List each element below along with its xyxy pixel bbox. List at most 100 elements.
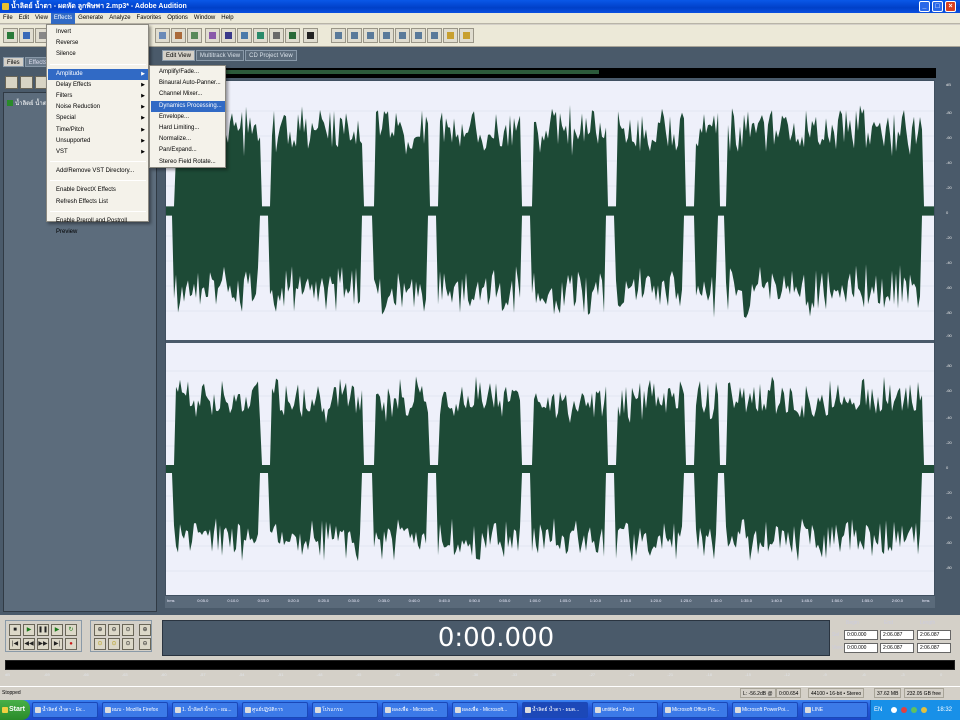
minimize-button[interactable]: _ bbox=[919, 1, 930, 12]
toolbar-button[interactable] bbox=[363, 28, 378, 43]
import-file-icon[interactable] bbox=[20, 76, 33, 89]
menu-analyze[interactable]: Analyze bbox=[106, 13, 133, 24]
tray-icon[interactable] bbox=[901, 707, 907, 713]
menu-item-normalize[interactable]: Normalize... bbox=[151, 134, 225, 145]
menu-item-reverse[interactable]: Reverse bbox=[48, 38, 148, 49]
view-end-field[interactable]: 2:06.087 bbox=[880, 643, 914, 653]
menu-item-add-remove-vst-directory[interactable]: Add/Remove VST Directory... bbox=[48, 166, 148, 177]
go-end-icon[interactable]: ▶| bbox=[51, 638, 63, 650]
taskbar-button[interactable]: LINE bbox=[802, 702, 868, 718]
toolbar-button[interactable] bbox=[205, 28, 220, 43]
menu-item-amplitude[interactable]: Amplitude ▶ bbox=[48, 68, 148, 80]
menu-item-refresh-effects-list[interactable]: Refresh Effects List bbox=[48, 197, 148, 208]
play-to-end-icon[interactable]: ▶ bbox=[51, 624, 63, 636]
tray-icon[interactable] bbox=[891, 707, 897, 713]
zoom-out-horizontal-icon[interactable]: ⊖ bbox=[108, 624, 120, 636]
edit-view-button[interactable] bbox=[19, 28, 34, 43]
toolbar-button[interactable] bbox=[347, 28, 362, 43]
cursor-tool-button[interactable] bbox=[303, 28, 318, 43]
zoom-left-icon[interactable]: ⊙ bbox=[108, 638, 120, 650]
tab-files[interactable]: Files bbox=[3, 57, 24, 67]
menu-item-stereo-field-rotate[interactable]: Stereo Field Rotate... bbox=[151, 157, 225, 168]
zoom-in-horizontal-icon[interactable]: ⊕ bbox=[94, 624, 106, 636]
taskbar-button[interactable]: Microsoft Office Pic... bbox=[662, 702, 728, 718]
multitrack-view-button[interactable] bbox=[3, 28, 18, 43]
zoom-in-vertical-icon[interactable]: ⊕ bbox=[139, 624, 151, 636]
toolbar-button[interactable] bbox=[379, 28, 394, 43]
left-channel-waveform[interactable] bbox=[166, 105, 935, 318]
taskbar-button[interactable]: untitled - Paint bbox=[592, 702, 658, 718]
toolbar-button[interactable] bbox=[155, 28, 170, 43]
overview-range[interactable] bbox=[165, 70, 599, 74]
open-file-icon[interactable] bbox=[5, 76, 18, 89]
menu-view[interactable]: View bbox=[32, 13, 51, 24]
taskbar-button[interactable]: ผลงเพื่อ - Microsoft... bbox=[382, 702, 448, 718]
menu-item-silence[interactable]: Silence bbox=[48, 49, 148, 60]
taskbar-button[interactable]: ผมบ - Mozilla Firefox bbox=[102, 702, 168, 718]
sel-end-field[interactable]: 2:06.087 bbox=[880, 630, 914, 640]
toolbar-button[interactable] bbox=[237, 28, 252, 43]
menu-window[interactable]: Window bbox=[191, 13, 218, 24]
menu-item-amplify-fade[interactable]: Amplify/Fade... bbox=[151, 67, 225, 78]
toolbar-button[interactable] bbox=[443, 28, 458, 43]
menu-edit[interactable]: Edit bbox=[16, 13, 32, 24]
taskbar-button[interactable]: โปรแกรม bbox=[312, 702, 378, 718]
menu-item-unsupported[interactable]: Unsupported ▶ bbox=[48, 136, 148, 147]
menu-item-hard-limiting[interactable]: Hard Limiting... bbox=[151, 123, 225, 134]
waveform-display[interactable] bbox=[165, 80, 935, 596]
menu-generate[interactable]: Generate bbox=[75, 13, 106, 24]
menu-item-envelope[interactable]: Envelope... bbox=[151, 112, 225, 123]
view-length-field[interactable]: 2:06.087 bbox=[917, 643, 951, 653]
menu-item-pan-expand[interactable]: Pan/Expand... bbox=[151, 145, 225, 156]
toolbar-button[interactable] bbox=[411, 28, 426, 43]
clock[interactable]: 18:32 bbox=[937, 700, 952, 720]
record-icon[interactable]: ● bbox=[65, 638, 77, 650]
rewind-icon[interactable]: ◀◀ bbox=[23, 638, 35, 650]
tab-multitrack-view[interactable]: Multitrack View bbox=[195, 50, 245, 61]
taskbar-button[interactable]: ศูนย์ปฏิบัติการ bbox=[242, 702, 308, 718]
sel-begin-field[interactable]: 0:00.000 bbox=[844, 630, 878, 640]
menu-item-enable-preroll-and-postroll-preview[interactable]: Enable Preroll and Postroll Preview bbox=[48, 216, 148, 235]
menu-file[interactable]: File bbox=[0, 13, 16, 24]
loop-icon[interactable]: ↻ bbox=[65, 624, 77, 636]
menu-item-dynamics-processing[interactable]: Dynamics Processing... bbox=[151, 100, 225, 112]
sel-length-field[interactable]: 2:06.087 bbox=[917, 630, 951, 640]
toolbar-button[interactable] bbox=[427, 28, 442, 43]
toolbar-button[interactable] bbox=[395, 28, 410, 43]
menu-help[interactable]: Help bbox=[218, 13, 236, 24]
menu-item-channel-mixer[interactable]: Channel Mixer... bbox=[151, 89, 225, 100]
tray-icon[interactable] bbox=[911, 707, 917, 713]
toolbar-button[interactable] bbox=[331, 28, 346, 43]
menu-options[interactable]: Options bbox=[164, 13, 191, 24]
menu-item-invert[interactable]: Invert bbox=[48, 27, 148, 38]
taskbar-button[interactable]: Microsoft PowerPoi... bbox=[732, 702, 798, 718]
menu-favorites[interactable]: Favorites bbox=[134, 13, 165, 24]
time-ruler[interactable]: hms 0:05.0 0:10.0 0:15.0 0:20.0 0:25.0 0:30.0 0… bbox=[165, 596, 935, 608]
view-begin-field[interactable]: 0:00.000 bbox=[844, 643, 878, 653]
zoom-full-icon[interactable]: ⊙ bbox=[122, 624, 134, 636]
menu-item-enable-directx-effects[interactable]: Enable DirectX Effects bbox=[48, 185, 148, 196]
go-start-icon[interactable]: |◀ bbox=[9, 638, 21, 650]
zoom-selection-icon[interactable]: ⊙ bbox=[94, 638, 106, 650]
start-button[interactable]: Start bbox=[0, 700, 30, 720]
help-icon[interactable] bbox=[459, 28, 474, 43]
pause-icon[interactable]: ❚❚ bbox=[37, 624, 49, 636]
maximize-button[interactable]: □ bbox=[932, 1, 943, 12]
fast-forward-icon[interactable]: ▶▶ bbox=[37, 638, 49, 650]
menu-item-noise-reduction[interactable]: Noise Reduction ▶ bbox=[48, 102, 148, 113]
taskbar-button[interactable]: 1. น้ำลิตย์ น้ำตา - ผม... bbox=[172, 702, 238, 718]
close-button[interactable]: × bbox=[945, 1, 956, 12]
taskbar-button[interactable]: น้ำลิตย์ น้ำตา - Ev... bbox=[32, 702, 98, 718]
menu-item-vst[interactable]: VST ▶ bbox=[48, 147, 148, 158]
taskbar-button[interactable]: ผลงเพื่อ - Microsoft... bbox=[452, 702, 518, 718]
taskbar-button[interactable]: น้ำลิตย์ น้ำตา - ผมต... bbox=[522, 702, 588, 718]
tab-cd-project-view[interactable]: CD Project View bbox=[245, 50, 297, 61]
menu-item-delay-effects[interactable]: Delay Effects ▶ bbox=[48, 80, 148, 91]
tray-icon[interactable] bbox=[921, 707, 927, 713]
menu-item-time-pitch[interactable]: Time/Pitch ▶ bbox=[48, 125, 148, 136]
toolbar-button[interactable] bbox=[187, 28, 202, 43]
stop-icon[interactable]: ■ bbox=[9, 624, 21, 636]
play-icon[interactable]: ▶ bbox=[23, 624, 35, 636]
toolbar-button[interactable] bbox=[253, 28, 268, 43]
toolbar-button[interactable] bbox=[269, 28, 284, 43]
